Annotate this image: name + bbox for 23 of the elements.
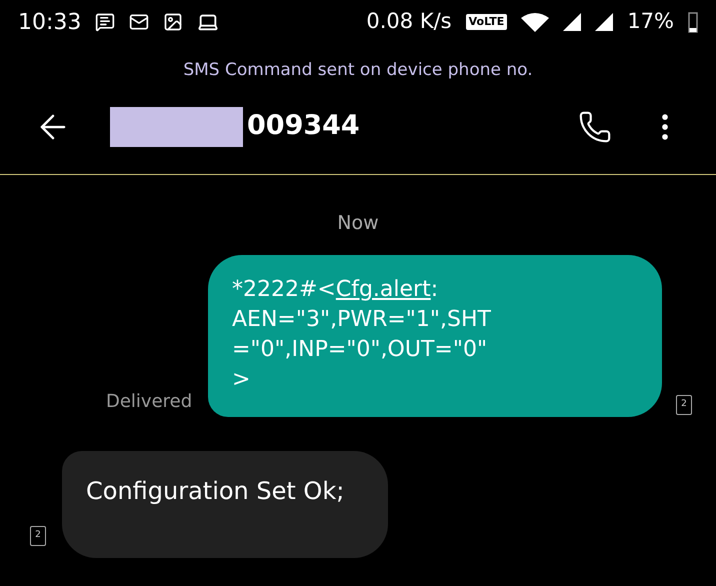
sim-icon: 2 bbox=[676, 395, 692, 415]
sent-message-bubble[interactable]: *2222#<Cfg.alert: AEN="3",PWR="1",SHT ="0",INP="0",OUT="0" > bbox=[208, 255, 662, 417]
mail-icon bbox=[129, 12, 150, 32]
call-button[interactable] bbox=[578, 110, 612, 144]
sim-icon: 2 bbox=[30, 526, 46, 546]
banner-text: SMS Command sent on device phone no. bbox=[182, 59, 534, 82]
signal-icon bbox=[563, 13, 582, 31]
clock: 10:33 bbox=[18, 8, 82, 36]
volte-badge: VoLTE bbox=[466, 14, 508, 30]
network-speed: 0.08 K/s bbox=[366, 8, 452, 36]
received-message-bubble[interactable]: Configuration Set Ok; bbox=[62, 451, 388, 558]
wifi-icon bbox=[521, 12, 550, 32]
image-icon bbox=[163, 12, 184, 32]
battery-level: 17% bbox=[627, 8, 674, 36]
signal-icon bbox=[595, 13, 614, 31]
message-link[interactable]: Cfg.alert bbox=[336, 277, 431, 302]
message-text: *2222#<Cfg.alert: AEN="3",PWR="1",SHT ="0",INP="0",OUT="0" > bbox=[232, 276, 492, 394]
message-icon bbox=[95, 12, 116, 32]
timestamp: Now bbox=[336, 210, 380, 236]
message-text: Configuration Set Ok; bbox=[86, 476, 346, 507]
contact-number: 009344 bbox=[247, 109, 360, 144]
delivery-status: Delivered bbox=[106, 390, 194, 414]
battery-icon bbox=[688, 11, 698, 33]
